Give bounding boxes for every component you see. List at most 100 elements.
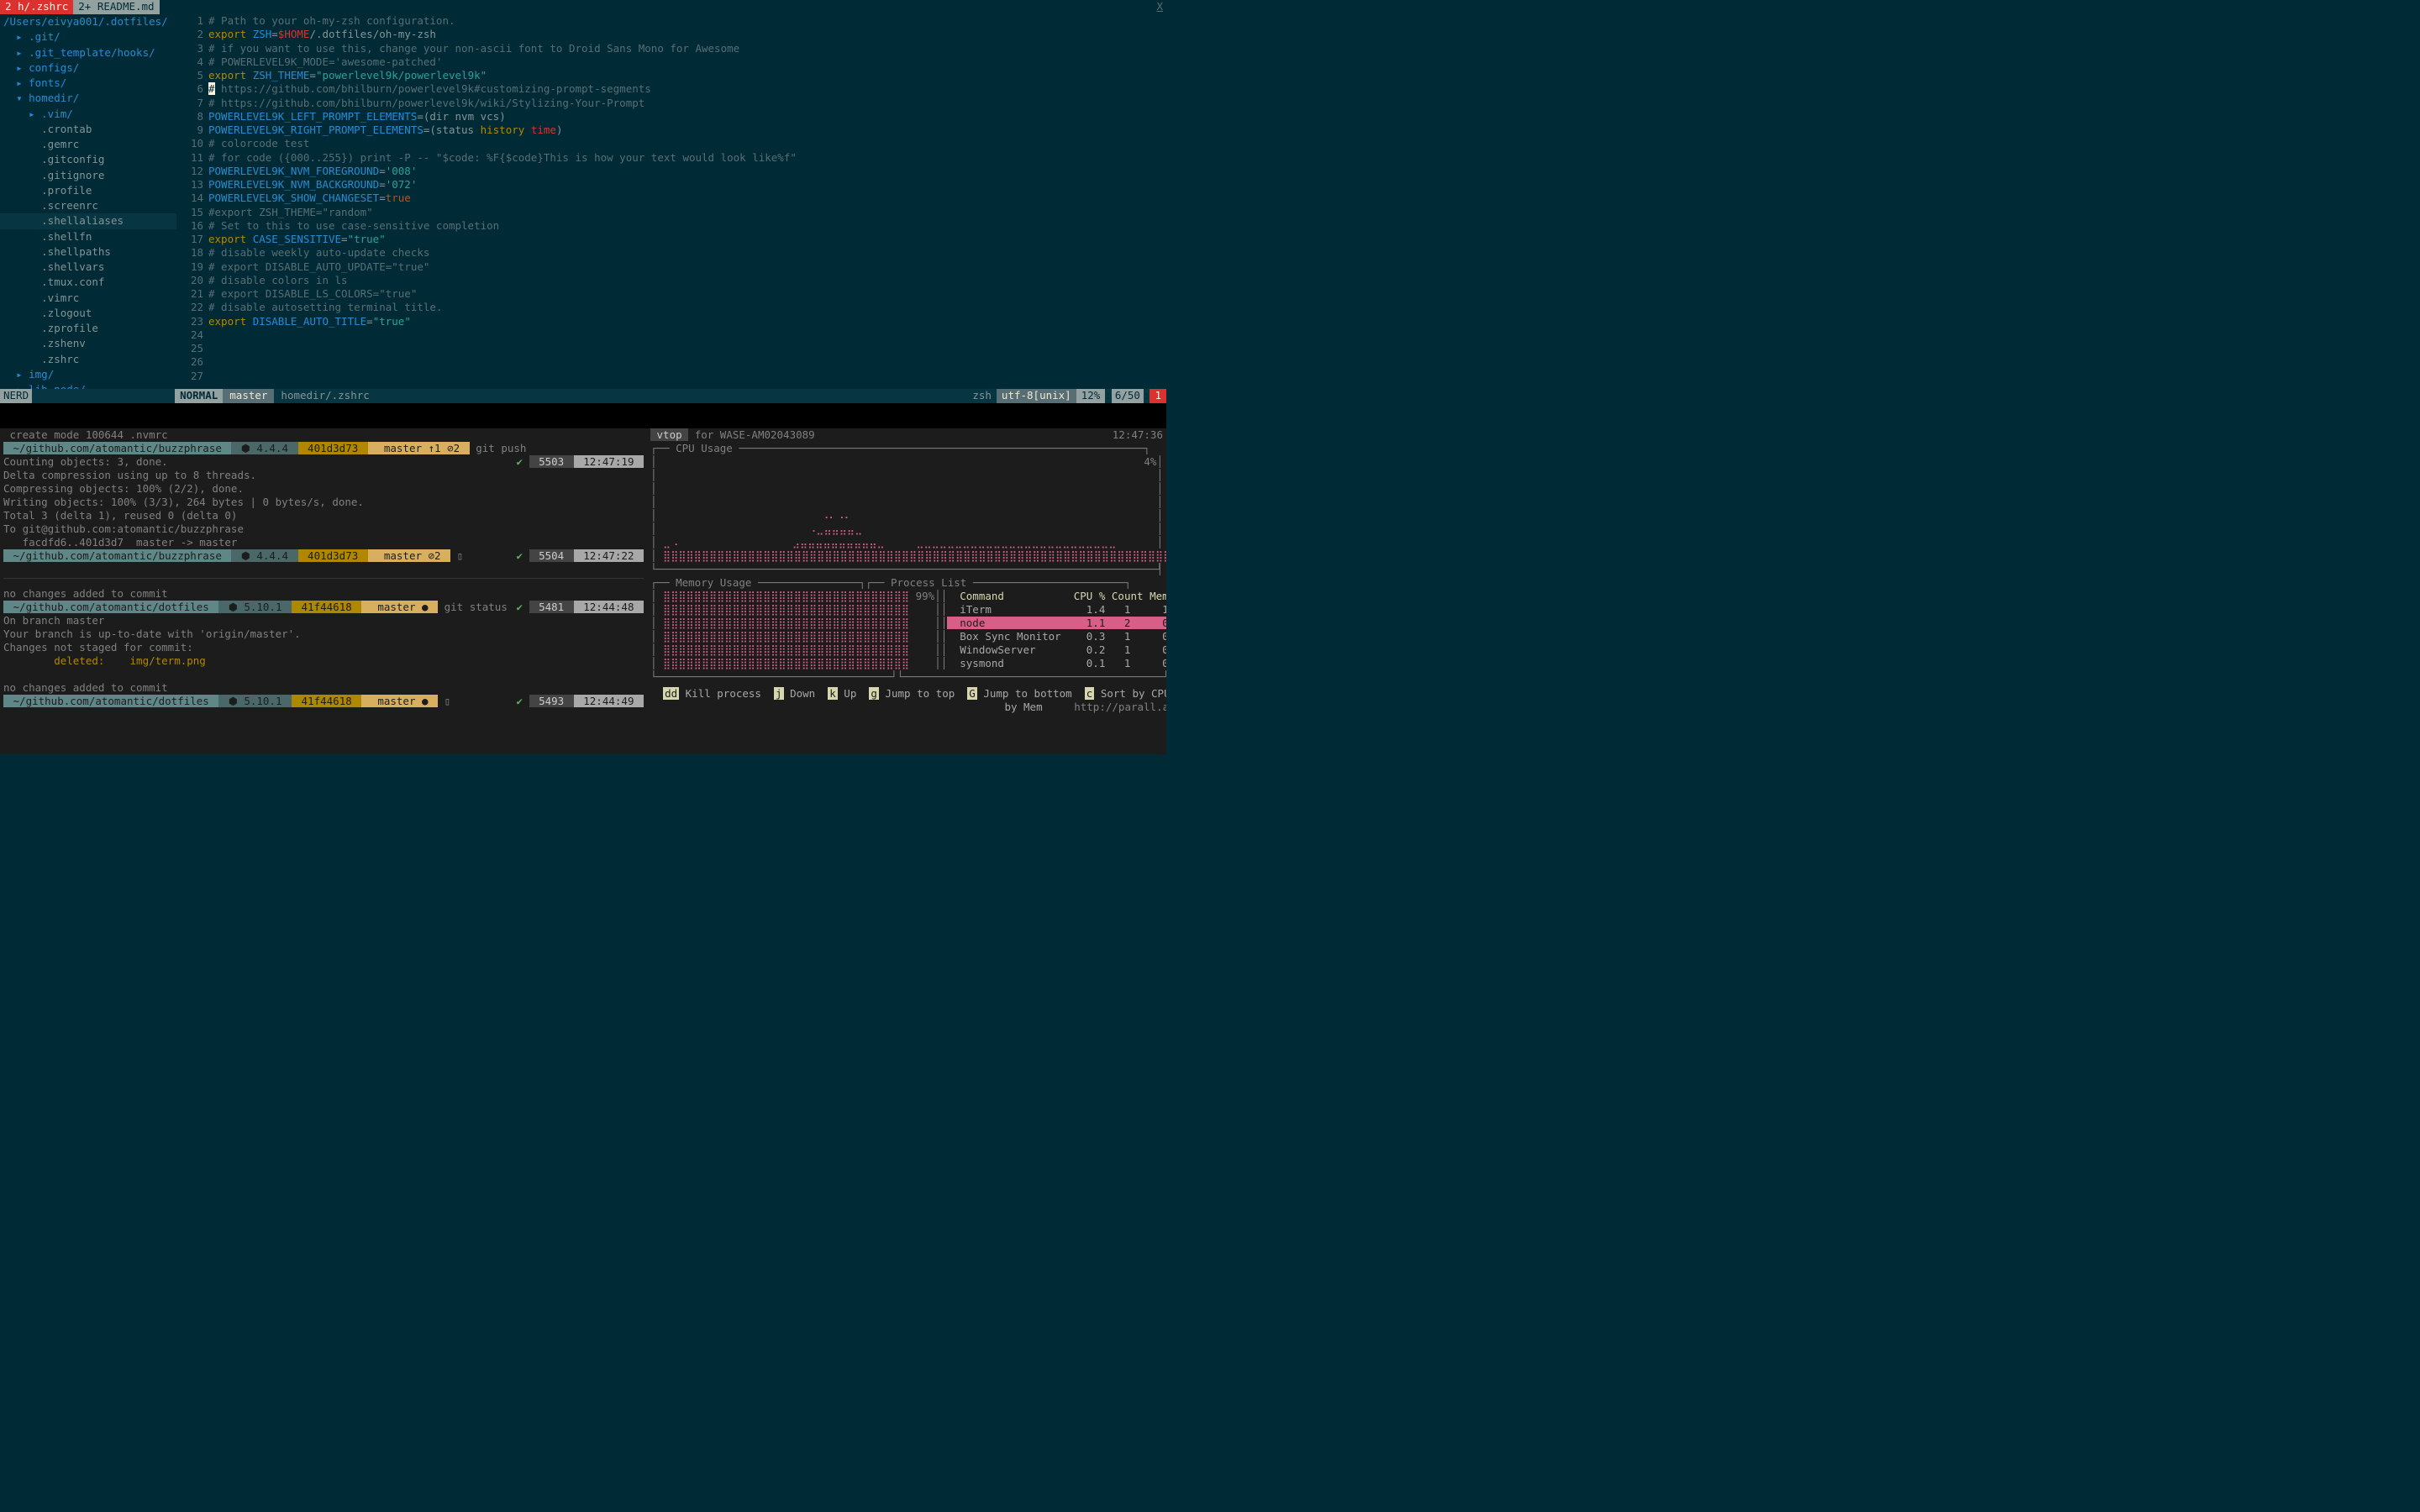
file-item[interactable]: .gemrc [0,137,176,152]
term-output: Total 3 (delta 1), reused 0 (delta 0) [3,509,644,522]
file-item[interactable]: .zshenv [0,336,176,351]
file-item[interactable]: .zlogout [0,306,176,321]
code-line[interactable]: # export DISABLE_AUTO_UPDATE="true" [208,260,1166,274]
code-line[interactable]: export DISABLE_AUTO_TITLE="true" [208,315,1166,328]
term-output: Your branch is up-to-date with 'origin/m… [3,627,644,641]
prompt-4: ~/github.com/atomantic/dotfiles ⬢ 5.10.1… [3,695,644,708]
code-line[interactable]: POWERLEVEL9K_RIGHT_PROMPT_ELEMENTS=(stat… [208,123,1166,137]
vim-mode: NORMAL [175,389,223,402]
file-item[interactable]: .zshrc [0,352,176,367]
vtop-title: vtop for WASE-AM02043089 [650,428,815,441]
code-line[interactable]: # disable weekly auto-update checks [208,246,1166,260]
file-item[interactable]: .gitconfig [0,152,176,167]
file-item[interactable]: .profile [0,183,176,198]
term-output: no changes added to commit [3,587,644,601]
prompt-3: ~/github.com/atomantic/dotfiles ⬢ 5.10.1… [3,601,644,614]
term-output: no changes added to commit [3,681,644,695]
prompt-2: ~/github.com/atomantic/buzzphrase ⬢ 4.4.… [3,549,644,563]
nerdtree-sidebar[interactable]: /Users/eivya001/.dotfiles/ ▸ .git/ ▸ .gi… [0,14,176,389]
cpu-percent: 4%│ [1144,455,1163,469]
line-number-gutter: 1234567891011121314151617181920212223242… [176,14,208,389]
tab-readme[interactable]: 2+ README.md [73,0,159,13]
term-output: To git@github.com:atomantic/buzzphrase [3,522,644,536]
encoding-status: utf-8[unix] [997,389,1076,402]
tab-zshrc[interactable]: 2 h/.zshrc [0,0,73,13]
term-output: Writing objects: 100% (3/3), 264 bytes |… [3,496,644,509]
code-line[interactable]: #export ZSH_THEME="random" [208,206,1166,219]
folder-item[interactable]: ▸ configs/ [0,60,176,76]
file-item[interactable]: .zprofile [0,321,176,336]
clock: 12:47:36 [1113,428,1163,442]
terminal-left[interactable]: create mode 100644 .nvmrc ~/github.com/a… [0,428,647,754]
error-count: 1 [1150,389,1166,402]
pane-gap [0,403,1166,428]
file-item[interactable]: .shellaliases [0,213,176,228]
term-output: create mode 100644 .nvmrc [3,428,644,442]
file-item[interactable]: .gitignore [0,168,176,183]
code-editor[interactable]: # Path to your oh-my-zsh configuration.e… [208,14,1166,389]
folder-item[interactable]: ▸ fonts/ [0,76,176,91]
code-line[interactable]: # disable autosetting terminal title. [208,301,1166,314]
code-line[interactable]: # https://github.com/bhilburn/powerlevel… [208,97,1166,110]
folder-item[interactable]: ▸ .git_template/hooks/ [0,45,176,60]
term-output: Delta compression using up to 8 threads. [3,469,644,482]
editor-statusbar: NERD NORMAL master homedir/.zshrc zsh ut… [0,389,1166,403]
folder-item[interactable]: ▸ img/ [0,367,176,382]
term-output: Changes not staged for commit: [3,641,644,654]
process-row[interactable]: │ ⣿⣿⣿⣿⣿⣿⣿⣿⣿⣿⣿⣿⣿⣿⣿⣿⣿⣿⣿⣿⣿⣿⣿⣿⣿⣿⣿⣿⣿⣿⣿⣿ ││ Bo… [650,630,1163,643]
process-row[interactable]: │ ⣿⣿⣿⣿⣿⣿⣿⣿⣿⣿⣿⣿⣿⣿⣿⣿⣿⣿⣿⣿⣿⣿⣿⣿⣿⣿⣿⣿⣿⣿⣿⣿ ││ no… [650,617,1163,630]
process-row[interactable]: │ ⣿⣿⣿⣿⣿⣿⣿⣿⣿⣿⣿⣿⣿⣿⣿⣿⣿⣿⣿⣿⣿⣿⣿⣿⣿⣿⣿⣿⣿⣿⣿⣿ ││ Wi… [650,643,1163,657]
code-line[interactable]: # https://github.com/bhilburn/powerlevel… [208,82,1166,96]
code-line[interactable]: # if you want to use this, change your n… [208,42,1166,55]
cursor-position: 6/50 [1112,389,1144,402]
code-line[interactable]: # colorcode test [208,137,1166,150]
close-icon[interactable]: X [1156,0,1163,13]
cpu-box-top: ┌── CPU Usage ──────────────────────────… [650,442,1163,455]
process-row[interactable]: │ ⣿⣿⣿⣿⣿⣿⣿⣿⣿⣿⣿⣿⣿⣿⣿⣿⣿⣿⣿⣿⣿⣿⣿⣿⣿⣿⣿⣿⣿⣿⣿⣿ ││ sy… [650,657,1163,670]
file-item[interactable]: .screenrc [0,198,176,213]
filetype-status: zsh [967,389,997,402]
code-line[interactable]: # POWERLEVEL9K_MODE='awesome-patched' [208,55,1166,69]
code-line[interactable]: export ZSH_THEME="powerlevel9k/powerleve… [208,69,1166,82]
code-line[interactable]: # for code ({000..255}) print -P -- "$co… [208,151,1166,165]
file-item[interactable]: .shellpaths [0,244,176,260]
cpu-graph: ⠠⠄⠠⠄ [657,509,852,522]
vtop-footer: dd Kill process j Down k Up g Jump to to… [650,687,1163,701]
code-line[interactable]: POWERLEVEL9K_NVM_BACKGROUND='072' [208,178,1166,192]
git-branch-status: master [223,389,274,402]
term-output: Compressing objects: 100% (2/2), done. [3,482,644,496]
mem-percent: 99% [916,590,935,602]
mem-proc-row: ┌── Memory Usage ────────────────┐┌── Pr… [650,576,1163,590]
file-path-status: homedir/.zshrc [274,389,376,402]
code-line[interactable]: # disable colors in ls [208,274,1166,287]
folder-item[interactable]: ▸ lib_node/ [0,382,176,389]
code-line[interactable]: export ZSH=$HOME/.dotfiles/oh-my-zsh [208,28,1166,41]
file-item[interactable]: .tmux.conf [0,275,176,290]
term-output: facdfd6..401d3d7 master -> master [3,536,644,549]
vtop-footer-2: by Mem http://parall.ax/vtop [650,701,1163,714]
sidebar-root-path: /Users/eivya001/.dotfiles/ [0,14,176,29]
code-line[interactable]: export CASE_SENSITIVE="true" [208,233,1166,246]
code-line[interactable]: POWERLEVEL9K_LEFT_PROMPT_ELEMENTS=(dir n… [208,110,1166,123]
code-line[interactable]: POWERLEVEL9K_SHOW_CHANGESET=true [208,192,1166,205]
file-item[interactable]: .vimrc [0,291,176,306]
editor-tabbar: 2 h/.zshrc 2+ README.md X [0,0,1166,14]
code-line[interactable]: # Path to your oh-my-zsh configuration. [208,14,1166,28]
prompt-1: ~/github.com/atomantic/buzzphrase ⬢ 4.4.… [3,442,644,455]
mem-bar: ⣿⣿⣿⣿⣿⣿⣿⣿⣿⣿⣿⣿⣿⣿⣿⣿⣿⣿⣿⣿⣿⣿⣿⣿⣿⣿⣿⣿⣿⣿⣿⣿ [657,590,916,602]
folder-item[interactable]: ▸ .vim/ [0,107,176,122]
nerdtree-label: NERD [0,389,32,402]
terminal-right-vtop[interactable]: vtop for WASE-AM02043089 12:47:36 ┌── CPU… [647,428,1166,754]
file-item[interactable]: .crontab [0,122,176,137]
folder-item[interactable]: ▾ homedir/ [0,91,176,106]
file-item[interactable]: .shellfn [0,229,176,244]
code-line[interactable]: # Set to this to use case-sensitive comp… [208,219,1166,233]
file-item[interactable]: .shellvars [0,260,176,275]
scroll-percent: 12% [1076,389,1106,402]
code-line[interactable]: POWERLEVEL9K_NVM_FOREGROUND='008' [208,165,1166,178]
term-output: deleted: img/term.png [3,654,644,668]
process-row[interactable]: │ ⣿⣿⣿⣿⣿⣿⣿⣿⣿⣿⣿⣿⣿⣿⣿⣿⣿⣿⣿⣿⣿⣿⣿⣿⣿⣿⣿⣿⣿⣿⣿⣿ ││ iT… [650,603,1163,617]
code-line[interactable]: # export DISABLE_LS_COLORS="true" [208,287,1166,301]
folder-item[interactable]: ▸ .git/ [0,29,176,45]
proc-header: Command CPU % Count Memory % [960,590,1166,602]
